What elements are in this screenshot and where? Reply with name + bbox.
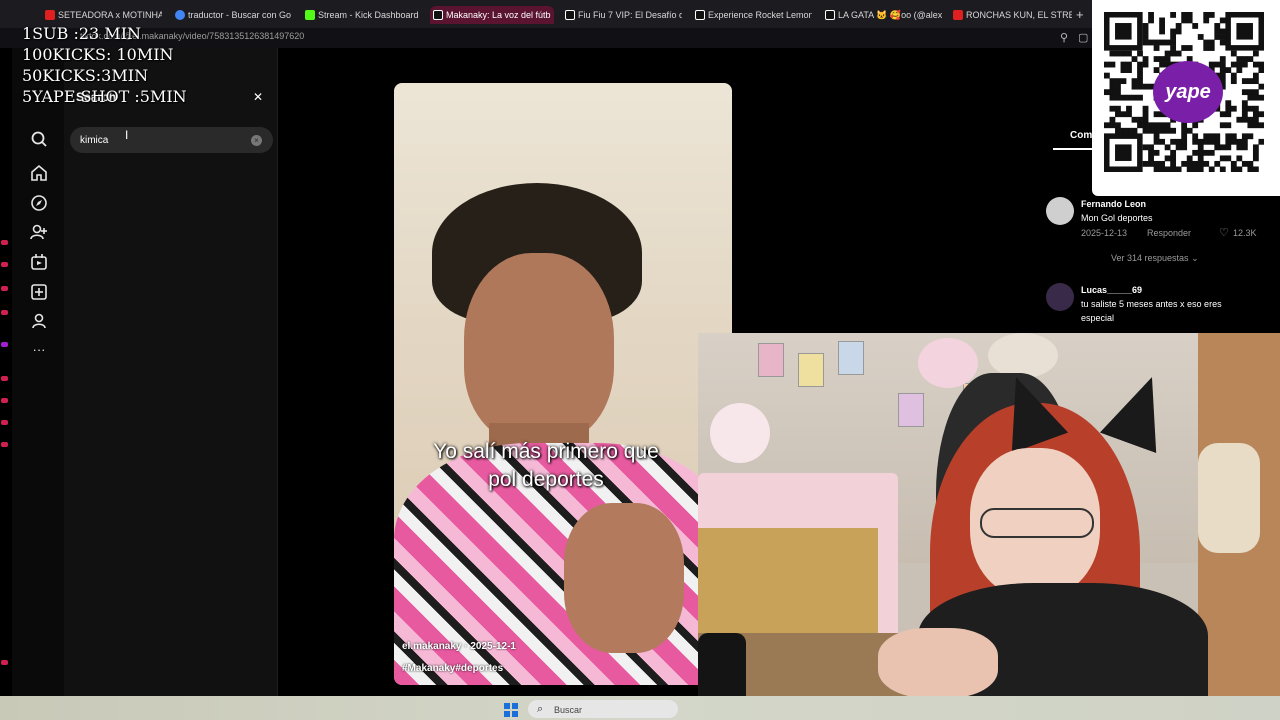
wall-poster (898, 393, 924, 427)
search-icon: ⌕ (537, 703, 544, 715)
backpack (1198, 443, 1260, 553)
taskbar-search-box[interactable] (528, 700, 678, 718)
edge-indicator (1, 442, 8, 447)
plush-toy (988, 333, 1058, 378)
browser-tab[interactable]: RONCHAS KUN, EL STREA (950, 6, 1072, 24)
windows-start-icon[interactable] (504, 703, 518, 717)
stream-goal-line: 1SUB :23 MIN (22, 24, 142, 43)
browser-tab-active[interactable]: Makanaky: La voz del fútb (430, 6, 554, 24)
browser-tab[interactable]: SETEADORA x MOTINHA (42, 6, 162, 24)
edge-indicator (1, 398, 8, 403)
edge-strip (0, 48, 10, 696)
new-tab-button[interactable]: + (1076, 7, 1084, 22)
plush-toy (710, 403, 770, 463)
comment-text: tu saliste 5 meses antes x eso eres espe… (1081, 299, 1222, 323)
tab-label: Fiu Fiu 7 VIP: El Desafío d (578, 10, 682, 20)
search-icon[interactable] (30, 130, 48, 148)
video-hashtags[interactable]: #Makanaky#deportes (402, 663, 503, 674)
browser-tab[interactable]: traductor - Buscar con Go (172, 6, 292, 24)
wall-poster (798, 353, 824, 387)
reply-button[interactable]: Responder (1147, 228, 1191, 238)
browser-tab[interactable]: Stream - Kick Dashboard (302, 6, 422, 24)
avatar[interactable] (1046, 283, 1074, 311)
video-caption-line: Yo salí más primero que (433, 440, 659, 463)
wall-poster (758, 343, 784, 377)
text-cursor-icon: I (125, 128, 129, 142)
avatar[interactable] (1046, 197, 1074, 225)
streamer-arm (878, 628, 998, 698)
view-replies-label: Ver 314 respuestas (1111, 253, 1189, 263)
video-subject-hand (564, 503, 684, 653)
search-box[interactable] (70, 127, 273, 153)
more-icon[interactable]: ··· (30, 342, 48, 360)
stream-goal-line: 5YAPE SHOT :5MIN (22, 87, 187, 106)
video-player[interactable]: Yo salí más primero que pol deportes el.… (394, 83, 732, 685)
edge-indicator (1, 660, 8, 665)
edge-indicator (1, 342, 8, 347)
tab-label: Stream - Kick Dashboard (318, 10, 419, 20)
yape-logo: yape (1153, 61, 1223, 123)
tab-favicon-icon (305, 10, 315, 20)
browser-tab[interactable]: LA GATA 🐱 🥰oo (@alex (822, 6, 942, 24)
youtube-icon (953, 10, 963, 20)
edge-indicator (1, 310, 8, 315)
browser-tab[interactable]: Fiu Fiu 7 VIP: El Desafío d (562, 6, 682, 24)
tab-label: Experience Rocket Lemon (708, 10, 812, 20)
plush-toy (918, 338, 978, 388)
taskbar-search-label: Buscar (554, 705, 583, 715)
tiktok-icon (825, 10, 835, 20)
clear-search-icon[interactable]: × (251, 135, 262, 146)
heart-icon[interactable]: ♡ (1219, 226, 1229, 239)
comment-date: 2025-12-13 (1081, 228, 1128, 238)
video-subject-face (464, 253, 614, 443)
following-icon[interactable] (30, 223, 48, 241)
tab-favicon-icon (45, 10, 55, 20)
like-count: 12.3K (1233, 228, 1257, 238)
comment-username[interactable]: Fernando Leon (1081, 199, 1146, 209)
tab-label: RONCHAS KUN, EL STREA (966, 10, 1072, 20)
close-icon[interactable]: ✕ (250, 89, 266, 105)
profile-icon[interactable] (30, 312, 48, 330)
edge-indicator (1, 240, 8, 245)
chevron-down-icon: ⌄ (1191, 253, 1199, 263)
video-caption-line: pol deportes (488, 468, 604, 491)
edge-indicator (1, 262, 8, 267)
bed-frame (698, 528, 878, 648)
tab-comments[interactable]: Com (1070, 130, 1092, 141)
tab-label: SETEADORA x MOTINHA (58, 10, 162, 20)
browser-tab-strip: SETEADORA x MOTINHA traductor - Buscar c… (0, 0, 1280, 30)
stream-goal-line: 50KICKS:3MIN (22, 66, 149, 85)
stream-goal-line: 100KICKS: 10MIN (22, 45, 174, 64)
view-replies-button[interactable]: Ver 314 respuestas ⌄ (1111, 253, 1199, 264)
window-icon[interactable]: ▢ (1078, 31, 1088, 44)
tiktok-icon (433, 10, 443, 20)
browser-tab[interactable]: Experience Rocket Lemon (692, 6, 812, 24)
pin-icon[interactable]: ⚲ (1060, 31, 1068, 44)
comment-text: Mon Gol deportes (1081, 213, 1153, 223)
tab-label: Makanaky: La voz del fútb (446, 10, 551, 20)
wall-poster (838, 341, 864, 375)
tab-label: LA GATA 🐱 🥰oo (@alex (838, 10, 942, 20)
search-input[interactable] (80, 132, 250, 148)
comment-username[interactable]: Lucas_____69 (1081, 285, 1142, 295)
live-icon[interactable] (30, 253, 48, 271)
explore-icon[interactable] (30, 194, 48, 212)
edge-indicator (1, 286, 8, 291)
edge-indicator (1, 420, 8, 425)
tab-label: traductor - Buscar con Go (188, 10, 292, 20)
home-icon[interactable] (30, 164, 48, 182)
upload-icon[interactable] (30, 283, 48, 301)
tiktok-icon (695, 10, 705, 20)
glasses (980, 508, 1094, 538)
edge-indicator (1, 376, 8, 381)
tab-favicon-icon (175, 10, 185, 20)
video-author[interactable]: el.makanaky · 2025-12-1 (402, 641, 516, 652)
tiktok-icon (565, 10, 575, 20)
webcam-feed (698, 333, 1280, 715)
